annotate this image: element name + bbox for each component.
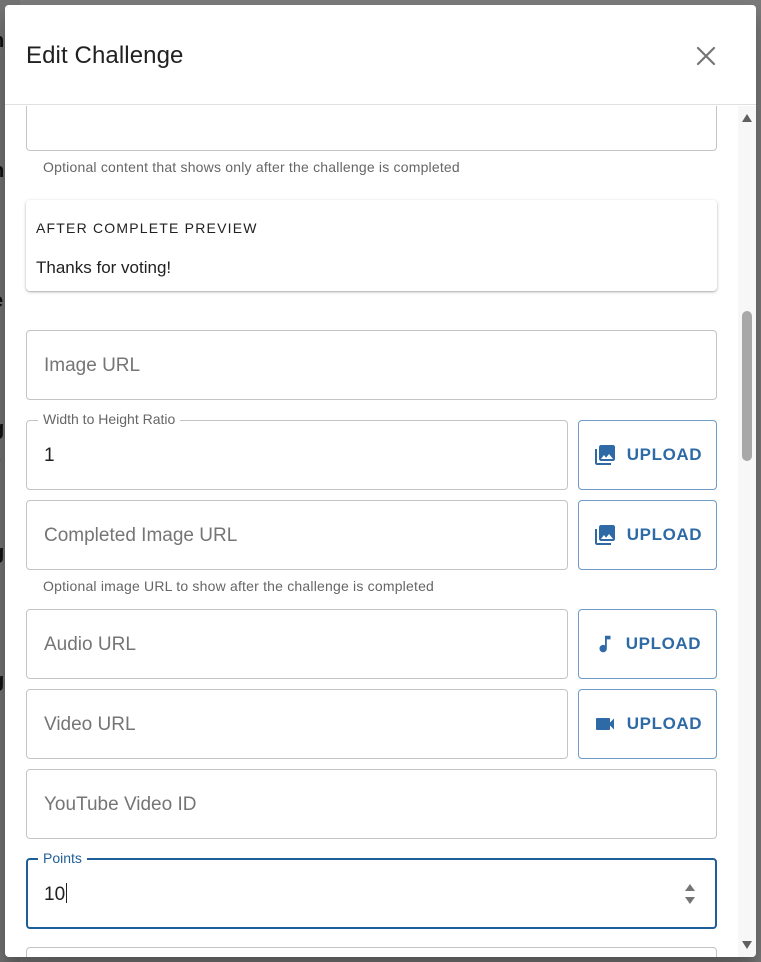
preview-heading: AFTER COMPLETE PREVIEW: [36, 220, 258, 236]
ratio-value: 1: [44, 445, 55, 466]
photo-library-icon: [594, 445, 615, 465]
video-upload-button[interactable]: UPLOAD: [578, 689, 717, 759]
dialog-header: Edit Challenge: [5, 5, 756, 105]
ratio-label: Width to Height Ratio: [38, 411, 181, 427]
background-text-fragment: o: [0, 452, 1, 470]
video-url-input[interactable]: Video URL: [26, 689, 568, 759]
scroll-down-arrow-icon[interactable]: [742, 941, 752, 949]
video-url-placeholder: Video URL: [44, 714, 136, 735]
background-text-fragment: d: [0, 578, 1, 596]
dialog-content[interactable]: Optional content that shows only after t…: [5, 106, 756, 957]
videocam-icon: [595, 718, 614, 730]
ratio-input[interactable]: 1: [26, 420, 568, 490]
upload-label: UPLOAD: [626, 714, 703, 733]
background-text-fragment: g: [0, 670, 4, 693]
upload-label: UPLOAD: [626, 445, 703, 464]
edit-challenge-dialog: Edit Challenge Optional content that sho…: [5, 5, 756, 957]
scrollbar-thumb[interactable]: [742, 311, 752, 461]
dialog-title: Edit Challenge: [26, 42, 184, 69]
audio-url-input[interactable]: Audio URL: [26, 609, 568, 679]
audio-upload-button[interactable]: UPLOAD: [578, 609, 717, 679]
youtube-video-id-input[interactable]: YouTube Video ID: [26, 769, 717, 839]
upload-label: UPLOAD: [625, 634, 702, 653]
background-text-fragment: e: [0, 290, 3, 313]
photo-library-icon: [594, 525, 615, 545]
after-complete-content-field[interactable]: [26, 106, 717, 151]
close-button[interactable]: [688, 38, 724, 74]
preview-text: Thanks for voting!: [36, 258, 172, 277]
youtube-video-id-placeholder: YouTube Video ID: [44, 794, 197, 815]
completed-image-upload-button[interactable]: UPLOAD: [578, 500, 717, 570]
completed-image-helper-text: Optional image URL to show after the cha…: [43, 578, 435, 594]
close-icon: [696, 46, 716, 66]
background-text-fragment: g: [0, 418, 4, 441]
image-upload-button[interactable]: UPLOAD: [578, 420, 717, 490]
music-note-icon: [599, 635, 611, 653]
background-text-fragment: n: [0, 160, 4, 183]
audio-url-placeholder: Audio URL: [44, 634, 136, 655]
after-complete-preview-card: AFTER COMPLETE PREVIEW Thanks for voting…: [26, 200, 717, 291]
background-text-fragment: n: [0, 30, 4, 53]
number-stepper[interactable]: [684, 881, 696, 907]
completed-image-url-input[interactable]: Completed Image URL: [26, 500, 568, 570]
image-url-placeholder: Image URL: [44, 355, 141, 376]
image-url-input[interactable]: Image URL: [26, 330, 717, 400]
number-stepper-icon: [685, 884, 695, 904]
points-input[interactable]: 10: [26, 858, 717, 929]
scroll-up-arrow-icon[interactable]: [742, 114, 752, 122]
next-field-partial[interactable]: [26, 947, 717, 957]
upload-label: UPLOAD: [626, 525, 703, 544]
points-label: Points: [38, 850, 87, 866]
background-text-fragment: d: [0, 68, 1, 86]
dialog-scrollbar[interactable]: [738, 106, 756, 957]
completed-image-url-placeholder: Completed Image URL: [44, 525, 238, 546]
after-complete-helper-text: Optional content that shows only after t…: [43, 159, 460, 175]
points-value: 10: [44, 882, 68, 905]
background-text-fragment: g: [0, 542, 4, 565]
background-text-fragment: n: [0, 325, 1, 343]
